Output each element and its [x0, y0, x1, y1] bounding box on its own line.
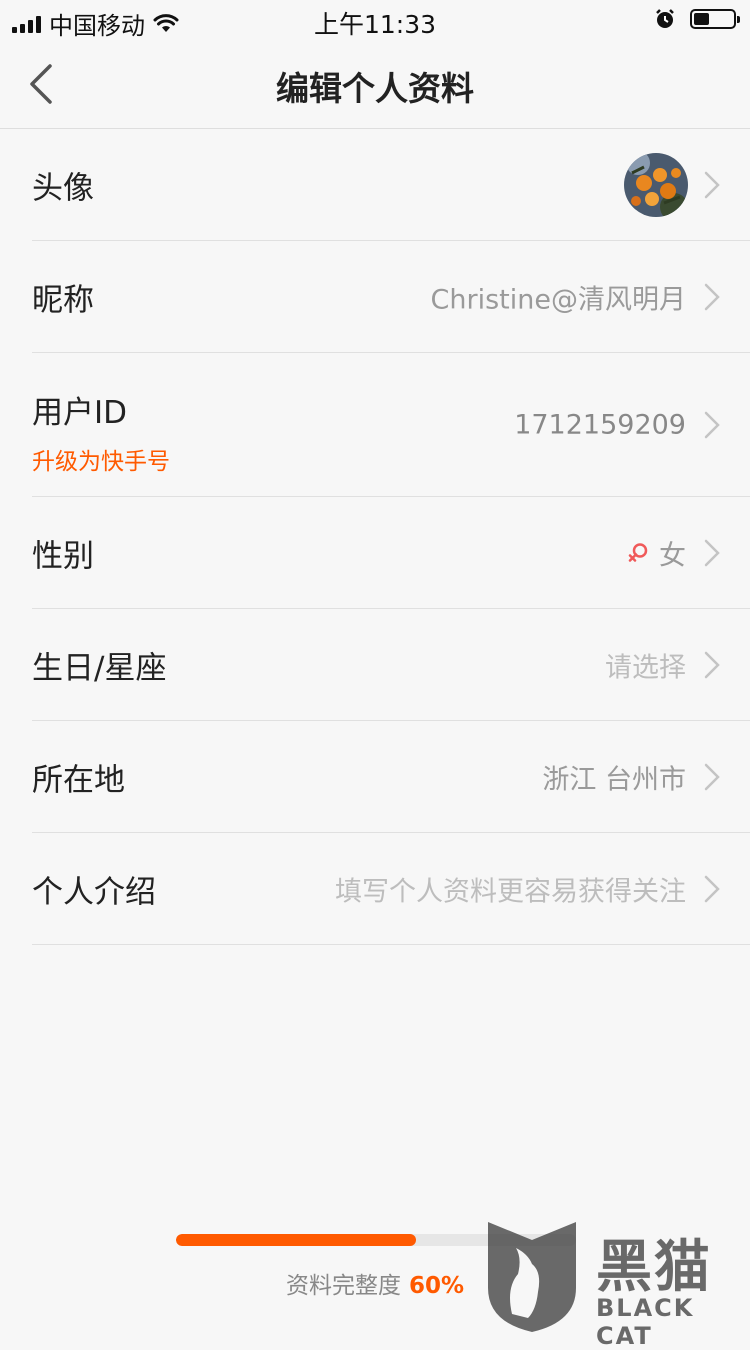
- status-bar: 中国移动 上午11:33: [0, 0, 750, 40]
- completion-label: 资料完整度: [285, 1273, 401, 1299]
- completion-progress-fill: [176, 1234, 416, 1246]
- chevron-right-icon: [704, 651, 720, 678]
- gender-value-group: 女: [627, 533, 686, 572]
- status-right: [654, 8, 740, 30]
- row-bio[interactable]: 个人介绍 填写个人资料更容易获得关注: [32, 833, 750, 945]
- nav-bar: 编辑个人资料: [0, 40, 750, 129]
- battery-icon: [690, 9, 740, 29]
- location-value: 浙江 台州市: [542, 764, 686, 795]
- user-id-value: 1712159209: [514, 409, 686, 440]
- chevron-right-icon: [704, 171, 720, 198]
- avatar[interactable]: [624, 152, 688, 217]
- bio-label: 个人介绍: [32, 874, 156, 910]
- battery-level: [694, 13, 709, 25]
- user-id-label-group: 用户ID 升级为快手号: [32, 387, 170, 476]
- watermark-en: BLACK CAT: [596, 1294, 695, 1350]
- row-birthday[interactable]: 生日/星座 请选择: [32, 609, 750, 721]
- chevron-right-icon: [704, 283, 720, 310]
- location-label: 所在地: [32, 762, 125, 798]
- bio-value: 填写个人资料更容易获得关注: [335, 876, 686, 907]
- cat-logo-icon: [488, 1222, 576, 1332]
- row-user-id[interactable]: 用户ID 升级为快手号 1712159209: [32, 353, 750, 497]
- upgrade-link[interactable]: 升级为快手号: [32, 442, 170, 476]
- row-avatar[interactable]: 头像: [32, 129, 750, 241]
- row-nickname[interactable]: 昵称 Christine@清风明月: [32, 241, 750, 353]
- female-icon: [628, 543, 648, 562]
- gender-label: 性别: [32, 538, 94, 574]
- alarm-icon: [656, 9, 674, 28]
- birthday-label: 生日/星座: [32, 650, 167, 686]
- row-gender[interactable]: 性别 女: [32, 497, 750, 609]
- user-id-label: 用户ID: [32, 395, 128, 431]
- avatar-label: 头像: [32, 170, 94, 206]
- nickname-label: 昵称: [32, 282, 94, 318]
- watermark: 黑猫 BLACK CAT: [478, 1218, 750, 1350]
- nickname-value: Christine@清风明月: [430, 284, 686, 315]
- gender-value: 女: [659, 540, 686, 571]
- completion-percent: 60%: [408, 1273, 465, 1299]
- chevron-right-icon: [704, 875, 720, 902]
- chevron-right-icon: [704, 539, 720, 566]
- chevron-right-icon: [704, 763, 720, 790]
- status-time: 上午11:33: [313, 10, 437, 39]
- profile-list: 头像 昵称 Christine@清风明月 用户ID 升级为快手号 1712159…: [0, 129, 750, 945]
- watermark-cn: 黑猫: [596, 1235, 712, 1300]
- page-title: 编辑个人资料: [276, 69, 474, 108]
- chevron-right-icon: [704, 411, 720, 438]
- birthday-value: 请选择: [605, 652, 686, 683]
- row-location[interactable]: 所在地 浙江 台州市: [32, 721, 750, 833]
